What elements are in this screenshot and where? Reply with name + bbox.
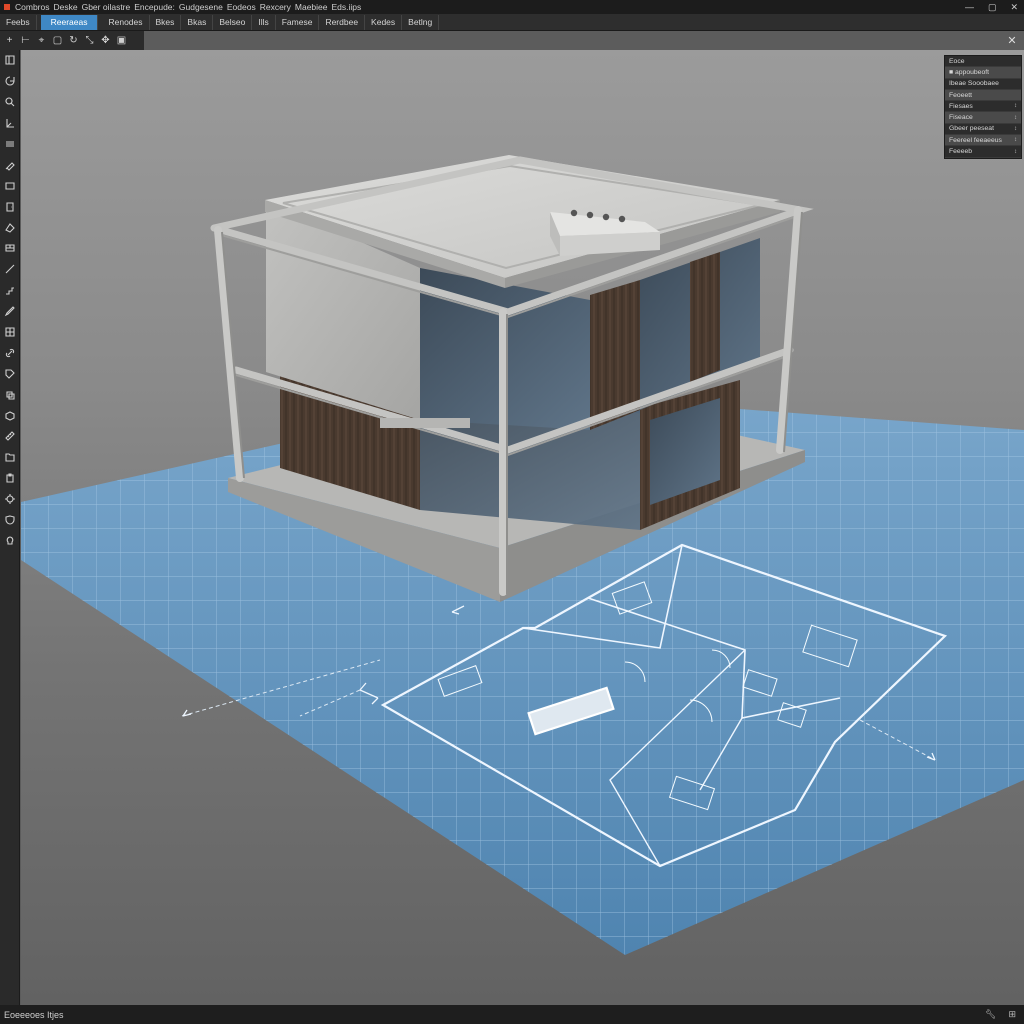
property-row[interactable]: Ibeae Sooobaee <box>945 79 1021 90</box>
property-stepper[interactable]: ↕ <box>1014 103 1017 109</box>
tab-bkas[interactable]: Bkas <box>181 14 214 30</box>
link-icon[interactable] <box>0 342 20 363</box>
tag-icon[interactable] <box>0 363 20 384</box>
menu-item[interactable]: Maebiee <box>295 2 328 12</box>
property-row[interactable]: Feoeett <box>945 89 1021 102</box>
tab-kedes[interactable]: Kedes <box>365 14 403 30</box>
line-icon[interactable] <box>0 259 20 280</box>
orbit-icon[interactable] <box>0 71 20 92</box>
status-icons: 🔧︎ ⊞ <box>985 1005 1016 1024</box>
menu-item[interactable]: Eodeos <box>227 2 256 12</box>
select-box-icon[interactable]: ▢ <box>51 34 64 47</box>
box-icon[interactable] <box>0 405 20 426</box>
property-row[interactable]: Feeeeb ↕ <box>945 146 1021 158</box>
property-label: Ibeae Sooobaee <box>949 80 999 88</box>
menu-item[interactable]: Rexcery <box>260 2 291 12</box>
wrench-icon[interactable]: 🔧︎ <box>985 1009 996 1020</box>
property-row[interactable]: Fiesaes ↕ <box>945 101 1021 113</box>
menu-bar: Combros Deske Gber oilastre Encepude: Gu… <box>15 2 361 12</box>
tab-bar: Feebs Reeraeas Renodes Bkes Bkas Belseo … <box>0 14 1024 31</box>
close-icon[interactable]: ✕ <box>1006 35 1018 47</box>
light-icon[interactable] <box>0 530 20 551</box>
property-label: Feeeeb <box>949 148 973 156</box>
properties-panel: Eoce ■ appoubeoft Ibeae Sooobaee Feoeett Fie… <box>944 55 1022 159</box>
title-bar: Combros Deske Gber oilastre Encepude: Gu… <box>0 0 1024 14</box>
scale-icon[interactable]: ⤡ <box>83 34 96 47</box>
dimension-icon[interactable]: ⊢ <box>19 34 32 47</box>
snap-icon[interactable]: ⌖ <box>35 34 48 47</box>
toolbar: + ⊢ ⌖ ▢ ↻ ⤡ ✥ ▣ <box>0 31 144 50</box>
rotate-icon[interactable]: ↻ <box>67 34 80 47</box>
shield-icon[interactable] <box>0 510 20 531</box>
property-label: Fiesaes <box>949 102 973 110</box>
paint-icon[interactable] <box>0 154 20 175</box>
align-icon[interactable]: ▣ <box>115 34 128 47</box>
property-row[interactable]: Eoce <box>945 56 1021 68</box>
menu-item[interactable]: Deske <box>53 2 77 12</box>
property-stepper[interactable]: ↕ <box>1014 126 1017 132</box>
tab-renodes[interactable]: Renodes <box>102 14 150 30</box>
clipboard-icon[interactable] <box>0 468 20 489</box>
property-label: ■ appoubeoft <box>949 68 990 76</box>
property-stepper[interactable]: ↕ <box>1014 115 1017 121</box>
minimize-button[interactable]: — <box>965 2 974 12</box>
stairs-icon[interactable] <box>0 280 20 301</box>
building-model-scene <box>21 155 1024 955</box>
plus-icon[interactable]: + <box>3 34 16 47</box>
rectangle-icon[interactable] <box>0 175 20 196</box>
menu-item[interactable]: Gudgesene <box>179 2 223 12</box>
axis-icon[interactable] <box>0 113 20 134</box>
3d-viewport[interactable] <box>21 50 1024 1005</box>
property-row[interactable]: Feereel feeaeeus ↕ <box>945 135 1021 147</box>
eraser-icon[interactable] <box>0 217 20 238</box>
move-icon[interactable]: ✥ <box>99 34 112 47</box>
property-label: Eoce <box>949 57 965 65</box>
door-icon[interactable] <box>0 196 20 217</box>
pencil-icon[interactable] <box>0 301 20 322</box>
menu-item[interactable]: Combros <box>15 2 49 12</box>
property-stepper[interactable]: ↕ <box>1014 149 1017 155</box>
settings-icon[interactable] <box>0 489 20 510</box>
property-stepper[interactable]: ↕ <box>1014 137 1017 143</box>
tab-belseo[interactable]: Belseo <box>213 14 253 30</box>
property-label: Feoeett <box>949 91 973 99</box>
panel-icon[interactable] <box>0 50 20 71</box>
app-icon <box>4 4 10 10</box>
property-label: Feereel feeaeeus <box>949 136 1002 144</box>
copy-icon[interactable] <box>0 384 20 405</box>
menu-item[interactable]: Encepude: <box>134 2 175 12</box>
menu-item[interactable]: Eds.iips <box>332 2 362 12</box>
tab-ills[interactable]: Ills <box>252 14 276 30</box>
folder-icon[interactable] <box>0 447 20 468</box>
property-row[interactable]: ■ appoubeoft <box>945 67 1021 79</box>
maximize-button[interactable]: ▢ <box>988 2 997 13</box>
window-icon[interactable] <box>0 322 20 343</box>
tab-famese[interactable]: Famese <box>276 14 320 30</box>
tab-reeraeas[interactable]: Reeraeas <box>40 14 99 30</box>
tab-betlng[interactable]: Betlng <box>402 14 440 30</box>
property-row[interactable]: Fiseace ↕ <box>945 112 1021 124</box>
property-row[interactable]: Gbeer peeseat ↕ <box>945 124 1021 136</box>
wall-icon[interactable] <box>0 238 20 259</box>
window-controls: — ▢ ✕ <box>965 0 1018 14</box>
close-window-button[interactable]: ✕ <box>1010 2 1018 13</box>
tab-bkes[interactable]: Bkes <box>150 14 182 30</box>
tab-feebs[interactable]: Feebs <box>0 14 37 30</box>
property-label: Gbeer peeseat <box>949 125 994 133</box>
zoom-icon[interactable] <box>0 92 20 113</box>
menu-item[interactable]: Gber oilastre <box>82 2 131 12</box>
tab-rerdbee[interactable]: Rerdbee <box>319 14 366 30</box>
grid-icon[interactable]: ⊞ <box>1008 1009 1016 1020</box>
measure-icon[interactable] <box>0 426 20 447</box>
tool-palette <box>0 50 20 1005</box>
layers-icon[interactable] <box>0 134 20 155</box>
status-text: Eoeeeoes Itjes <box>4 1009 64 1020</box>
property-label: Fiseace <box>949 114 973 122</box>
status-bar: Eoeeeoes Itjes 🔧︎ ⊞ <box>0 1005 1024 1024</box>
